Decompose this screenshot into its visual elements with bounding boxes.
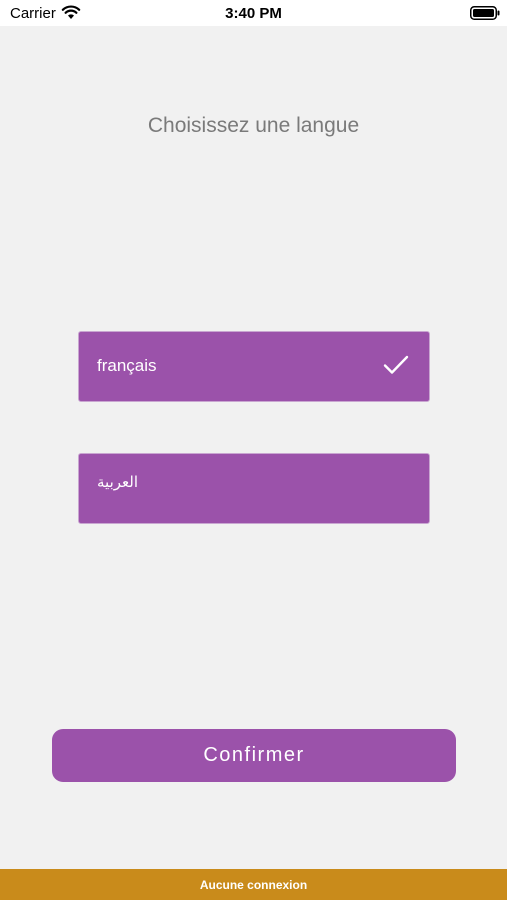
status-bar: Carrier 3:40 PM	[0, 0, 507, 26]
checkmark-icon	[383, 355, 409, 374]
language-option-arabic[interactable]: العربية	[78, 453, 430, 524]
page-title: Choisissez une langue	[147, 114, 360, 137]
language-option-french[interactable]: français	[78, 331, 430, 402]
language-label: العربية	[97, 473, 138, 491]
no-connection-banner: Aucune connexion	[0, 869, 507, 900]
battery-icon	[470, 6, 500, 20]
clock: 3:40 PM	[225, 5, 282, 22]
confirm-button[interactable]: Confirmer	[52, 729, 456, 782]
language-label: français	[97, 356, 157, 375]
